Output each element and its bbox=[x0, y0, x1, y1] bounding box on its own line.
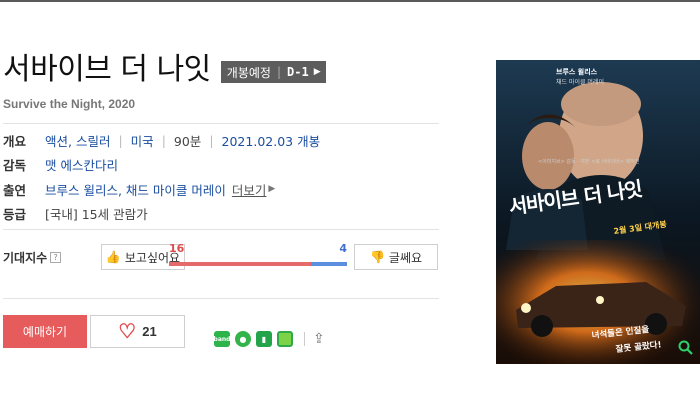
band-share-icon[interactable]: band bbox=[214, 331, 230, 347]
thumb-up-icon: 👍 bbox=[105, 250, 121, 264]
keep-share-icon[interactable] bbox=[277, 331, 293, 347]
info-divider-bottom bbox=[3, 229, 439, 230]
release-badge[interactable]: 개봉예정 | D-1 ▶ bbox=[220, 61, 326, 83]
info-row-cast: 출연 브루스 윌리스, 채드 마이클 머레이 더보기 ▶ bbox=[3, 177, 439, 202]
ratio-bar bbox=[169, 262, 347, 266]
poster-cast-top: 브루스 윌리스 bbox=[556, 67, 598, 76]
info-row-overview: 개요 액션, 스릴러 | 미국 | 90분 | 2021.02.03 개봉 bbox=[3, 128, 439, 153]
like-count: 21 bbox=[142, 324, 157, 339]
actions-divider bbox=[3, 298, 439, 299]
notwant-count: 4 bbox=[339, 242, 347, 255]
movie-info: 개요 액션, 스릴러 | 미국 | 90분 | 2021.02.03 개봉 감독… bbox=[3, 128, 439, 226]
top-divider bbox=[0, 0, 700, 2]
overview-label: 개요 bbox=[3, 133, 27, 149]
info-row-rating: 등급 [국내] 15세 관람가 bbox=[3, 202, 439, 227]
director-link[interactable]: 맷 에스칸다리 bbox=[45, 155, 118, 174]
poster-cast-top2: 채드 마이클 머레이 bbox=[556, 78, 604, 86]
movie-poster[interactable]: 브루스 윌리스 채드 마이클 머레이 <아미지브> 감독 · 각본 <로 서바이… bbox=[496, 60, 700, 364]
pipe-divider: | bbox=[161, 132, 166, 148]
cast-label: 출연 bbox=[3, 182, 27, 198]
rating-value: [국내] 15세 관람가 bbox=[45, 207, 148, 223]
bookmark-share-icon[interactable]: ▮ bbox=[256, 331, 272, 347]
country-link[interactable]: 미국 bbox=[131, 131, 154, 150]
director-label: 감독 bbox=[3, 158, 27, 174]
genre-link[interactable]: 액션, 스릴러 bbox=[45, 131, 110, 150]
more-cast-link[interactable]: 더보기 bbox=[232, 180, 267, 199]
pipe-divider: | bbox=[118, 132, 123, 148]
movie-title: 서바이브 더 나잇 bbox=[3, 52, 211, 87]
notwant-label: 글쎄요 bbox=[388, 250, 423, 265]
rating-label: 등급 bbox=[3, 207, 27, 223]
poster-credit: <아미지브> 감독 · 각본 <로 서바이버> 제작진 bbox=[538, 158, 640, 165]
want-ratio-fill bbox=[169, 262, 312, 266]
expectation-bar: 16 4 bbox=[169, 242, 347, 270]
like-button[interactable]: ♡ 21 bbox=[90, 315, 185, 348]
title-row: 서바이브 더 나잇 개봉예정 | D-1 ▶ bbox=[3, 50, 326, 90]
pipe-divider: | bbox=[209, 132, 214, 148]
share-divider bbox=[304, 332, 305, 346]
expectation-label: 기대지수 bbox=[3, 250, 48, 265]
share-icon[interactable]: ⇪ bbox=[313, 331, 325, 347]
thumb-down-icon: 👎 bbox=[369, 250, 385, 264]
poster-art: 브루스 윌리스 채드 마이클 머레이 <아미지브> 감독 · 각본 <로 서바이… bbox=[496, 60, 700, 364]
release-date-link[interactable]: 2021.02.03 개봉 bbox=[222, 131, 321, 150]
movie-subtitle: Survive the Night, 2020 bbox=[3, 97, 136, 111]
dday-label: D-1 bbox=[287, 65, 309, 79]
heart-icon: ♡ bbox=[118, 320, 137, 343]
line-share-icon[interactable]: ● bbox=[235, 331, 251, 347]
not-sure-button[interactable]: 👎 글쎄요 bbox=[354, 244, 438, 270]
info-row-director: 감독 맷 에스칸다리 bbox=[3, 153, 439, 178]
want-count: 16 bbox=[169, 242, 185, 255]
info-divider-top bbox=[3, 123, 439, 124]
chevron-right-icon: ▶ bbox=[313, 67, 321, 77]
chevron-right-icon: ▶ bbox=[268, 184, 276, 195]
release-badge-label: 개봉예정 bbox=[226, 65, 271, 80]
help-icon[interactable]: ? bbox=[50, 251, 62, 263]
cast-links[interactable]: 브루스 윌리스, 채드 마이클 머레이 bbox=[45, 180, 226, 199]
reserve-button[interactable]: 예매하기 bbox=[3, 315, 87, 348]
runtime-value: 90분 bbox=[173, 133, 202, 149]
expectation-index: 기대지수 ? 👍 보고싶어요 16 4 👎 글쎄요 bbox=[3, 242, 439, 270]
share-icons: band ● ▮ ⇪ bbox=[214, 331, 325, 347]
